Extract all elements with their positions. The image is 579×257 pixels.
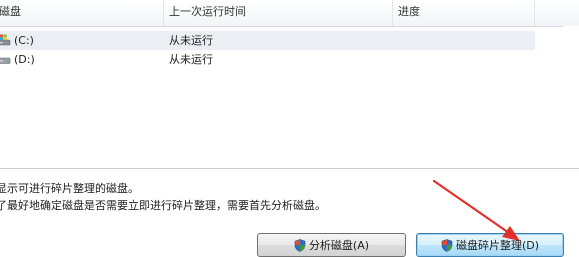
hard-drive-icon <box>0 57 11 64</box>
disk-last-run: 从未运行 <box>169 34 213 47</box>
list-header: 磁盘 上一次运行时间 进度 <box>0 0 579 27</box>
disk-row-c[interactable]: (C:) 从未运行 <box>0 31 535 50</box>
disk-name: (C:) <box>14 34 34 47</box>
disk-name: (D:) <box>14 53 35 66</box>
disk-row-d[interactable]: (D:) 从未运行 <box>0 50 535 69</box>
info-text-line-2: 了最好地确定磁盘是否需要立即进行碎片整理，需要首先分析磁盘。 <box>0 199 326 212</box>
uac-shield-icon <box>294 238 306 252</box>
defragment-disk-button[interactable]: 磁盘碎片整理(D) <box>416 233 564 257</box>
defragment-disk-label: 磁盘碎片整理(D) <box>455 239 540 252</box>
analyze-disk-button[interactable]: 分析磁盘(A) <box>257 233 406 257</box>
disk-last-run: 从未运行 <box>169 53 213 66</box>
uac-shield-icon <box>441 238 453 252</box>
system-drive-icon <box>0 34 11 46</box>
column-header-last-run[interactable]: 上一次运行时间 <box>164 0 393 26</box>
disk-list-view: 磁盘 上一次运行时间 进度 (C:) 从未运行 (D:) 从未运行 <box>0 0 579 169</box>
column-header-filler <box>535 0 579 26</box>
column-header-disk[interactable]: 磁盘 <box>0 0 164 26</box>
info-text-line-1: 显示可进行碎片整理的磁盘。 <box>0 182 139 195</box>
column-header-progress[interactable]: 进度 <box>393 0 535 26</box>
list-scrollbar-track[interactable] <box>563 26 579 168</box>
analyze-disk-label: 分析磁盘(A) <box>308 239 370 252</box>
